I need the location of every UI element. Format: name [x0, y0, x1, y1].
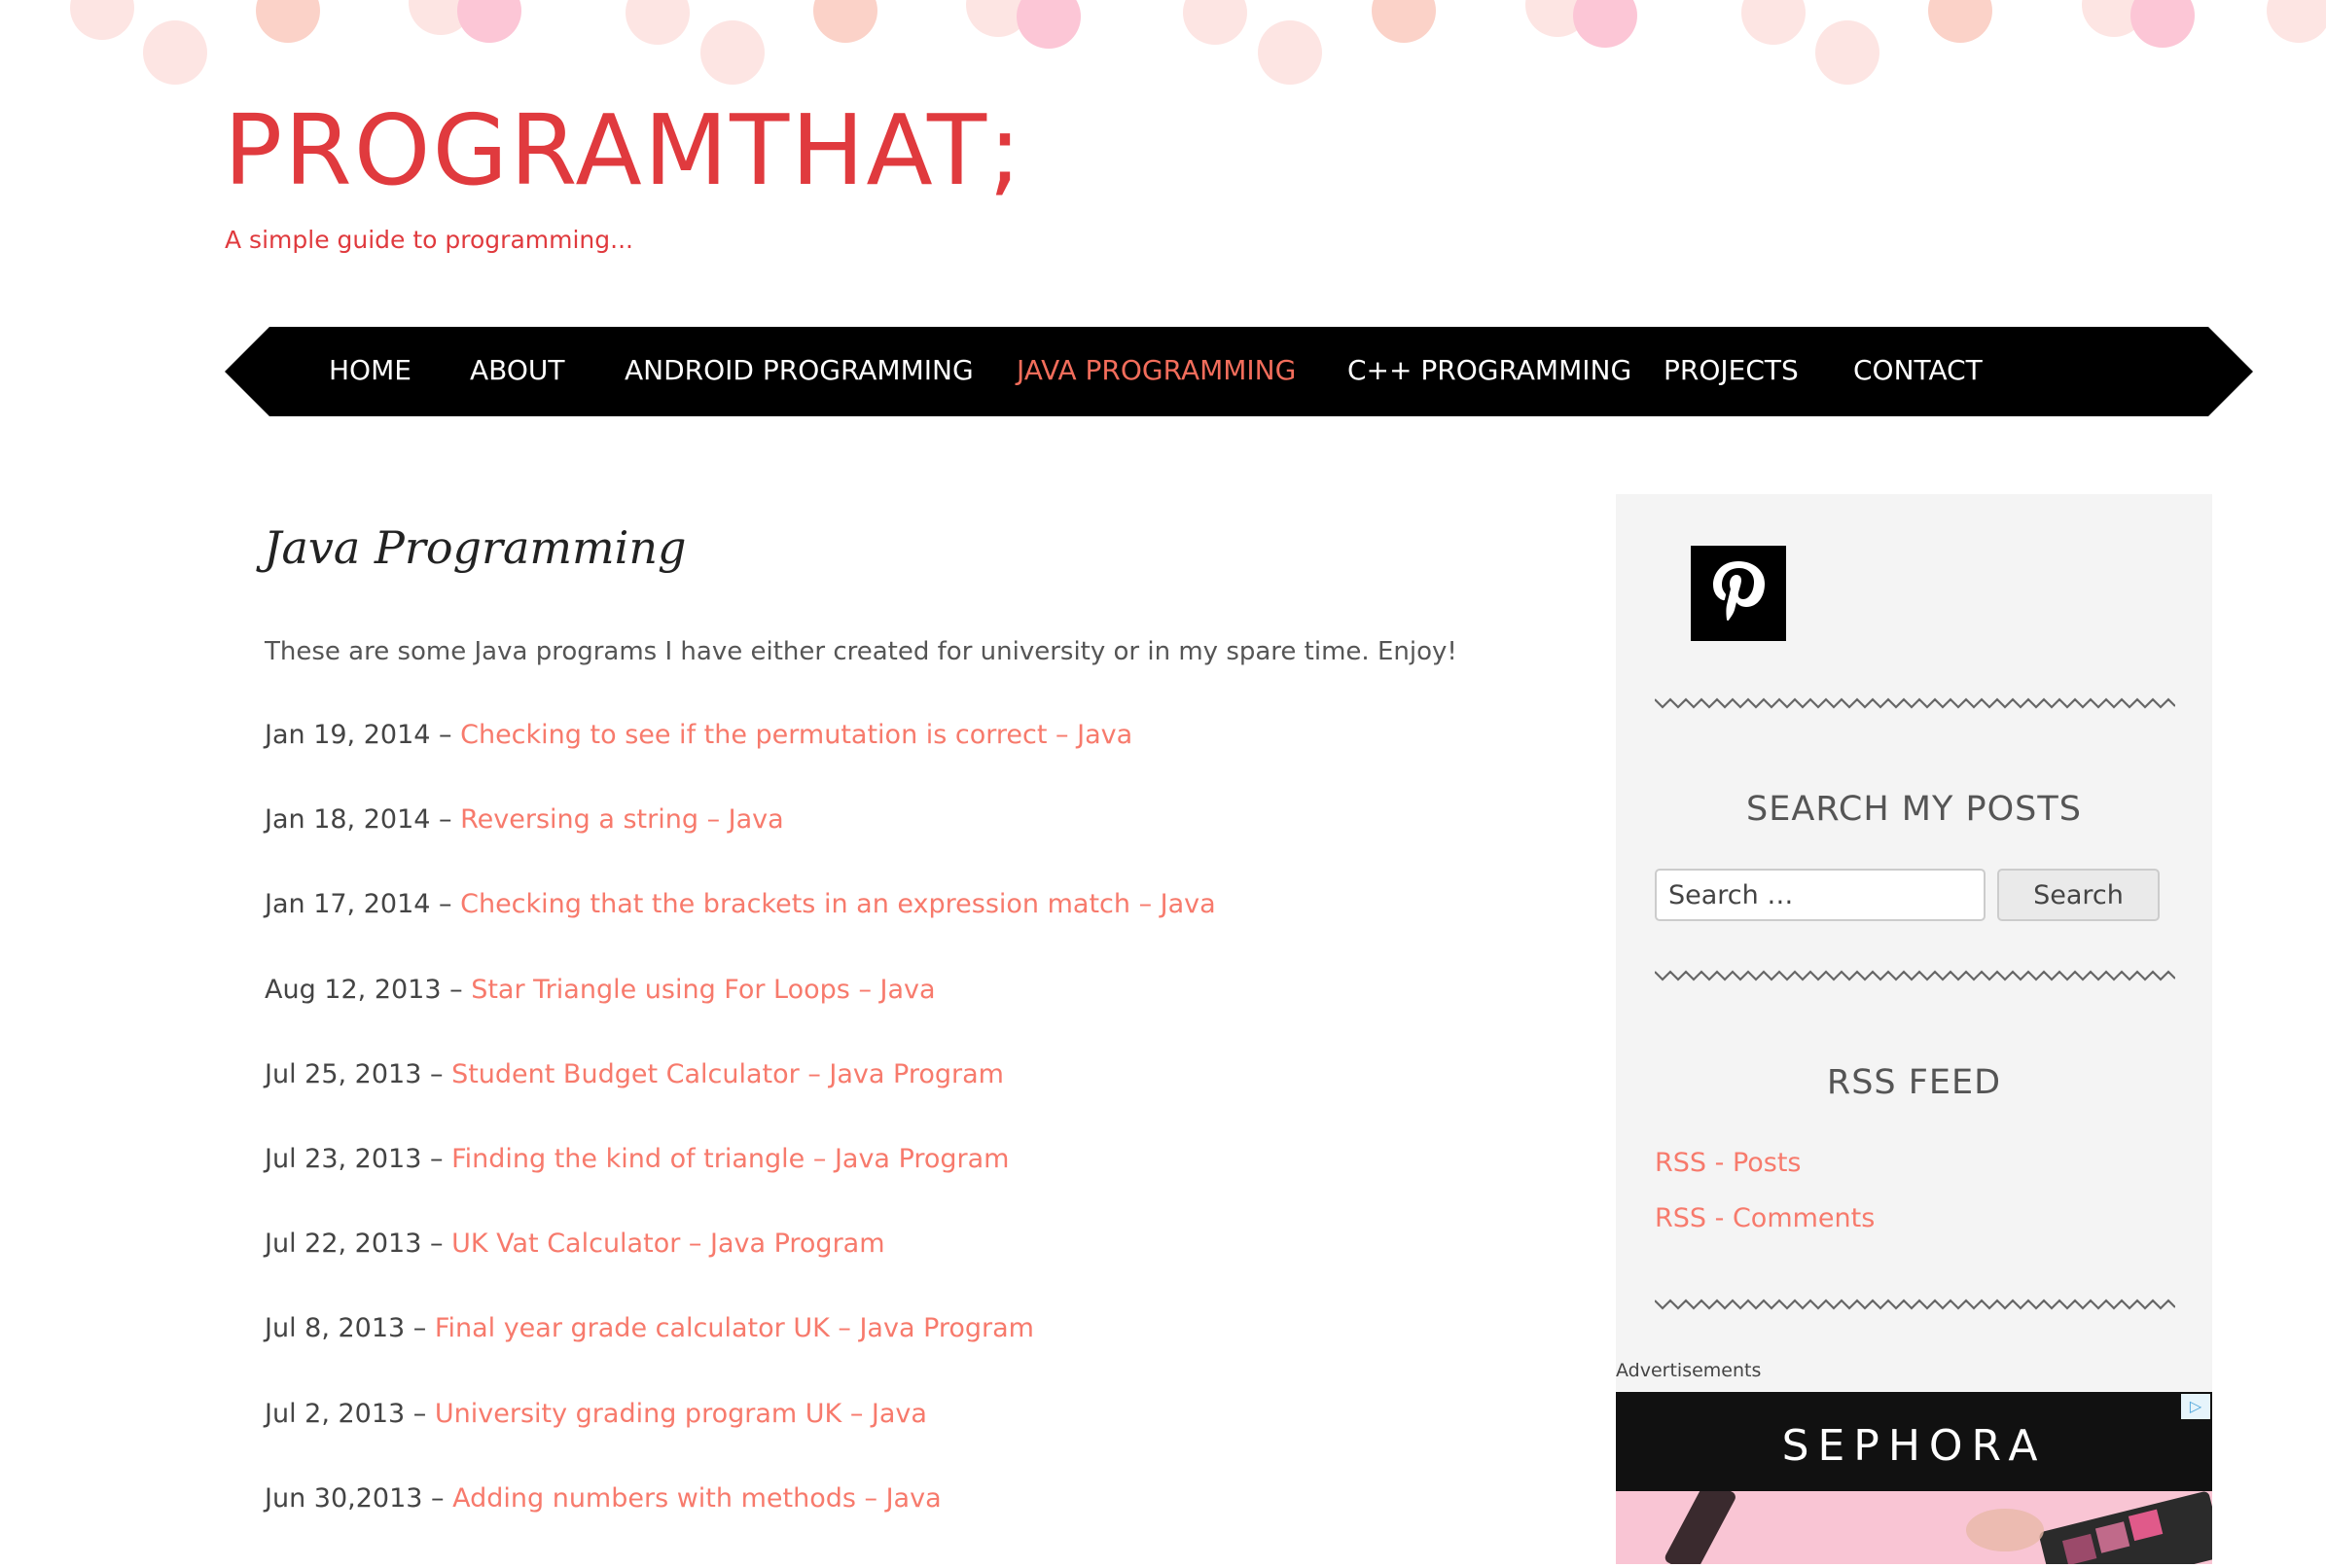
post-date: Jan 18, 2014 –	[265, 804, 461, 836]
nav-item-home[interactable]: HOME	[329, 354, 412, 387]
post-date: Jun 30,2013 –	[265, 1482, 453, 1514]
zigzag-divider	[1655, 970, 2175, 981]
ad-banner[interactable]: SEPHORA ▷	[1616, 1392, 2212, 1564]
post-list-item: Jul 22, 2013 – UK Vat Calculator – Java …	[265, 1229, 1216, 1313]
post-list-item: Jul 23, 2013 – Finding the kind of trian…	[265, 1144, 1216, 1229]
post-list-item: Jul 2, 2013 – University grading program…	[265, 1399, 1216, 1483]
post-link[interactable]: Finding the kind of triangle – Java Prog…	[451, 1144, 1009, 1174]
post-list-item: Jul 8, 2013 – Final year grade calculato…	[265, 1313, 1216, 1398]
nav-item-about[interactable]: ABOUT	[470, 354, 565, 387]
site-tagline: A simple guide to programming...	[225, 226, 633, 254]
post-date: Jul 22, 2013 –	[265, 1229, 452, 1260]
search-input[interactable]	[1655, 869, 1986, 921]
zigzag-divider	[1655, 1299, 2175, 1310]
post-list-item: Jan 18, 2014 – Reversing a string – Java	[265, 804, 1216, 889]
post-date: Jul 25, 2013 –	[265, 1058, 452, 1089]
rss-widget-title: RSS FEED	[1826, 1063, 2002, 1102]
ad-product-image	[1616, 1479, 2212, 1564]
post-list-item: Jun 30,2013 – Adding numbers with method…	[265, 1483, 1216, 1568]
ad-brand-logo: SEPHORA	[1781, 1421, 2047, 1471]
post-link[interactable]: Student Budget Calculator – Java Program	[451, 1059, 1004, 1089]
post-link[interactable]: UK Vat Calculator – Java Program	[451, 1229, 884, 1259]
page-intro: These are some Java programs I have eith…	[265, 637, 1457, 666]
post-list-item: Jul 25, 2013 – Student Budget Calculator…	[265, 1059, 1216, 1144]
post-date: Jan 17, 2014 –	[265, 889, 461, 920]
main-nav: HOME ABOUT ANDROID PROGRAMMING JAVA PROG…	[225, 327, 2253, 416]
page-title: Java Programming	[264, 521, 687, 574]
post-link[interactable]: Reversing a string – Java	[460, 804, 784, 835]
site-title[interactable]: PROGRAMTHAT;	[224, 102, 1023, 199]
ad-choices-icon[interactable]: ▷	[2181, 1394, 2210, 1419]
post-list: Jan 19, 2014 – Checking to see if the pe…	[265, 720, 1216, 1568]
search-button[interactable]: Search	[1997, 869, 2160, 921]
advertisements-label: Advertisements	[1616, 1360, 1762, 1381]
post-link[interactable]: Final year grade calculator UK – Java Pr…	[435, 1313, 1034, 1343]
post-list-item: Aug 12, 2013 – Star Triangle using For L…	[265, 975, 1216, 1059]
post-list-item: Jan 17, 2014 – Checking that the bracket…	[265, 889, 1216, 974]
header-dots-decoration	[0, 0, 2326, 97]
post-link[interactable]: Checking that the brackets in an express…	[460, 889, 1216, 919]
post-link[interactable]: Adding numbers with methods – Java	[452, 1483, 942, 1514]
post-link[interactable]: University grading program UK – Java	[435, 1399, 927, 1429]
nav-item-java-programming[interactable]: JAVA PROGRAMMING	[1017, 354, 1296, 387]
post-date: Jul 2, 2013 –	[265, 1398, 435, 1429]
nav-item-projects[interactable]: PROJECTS	[1664, 354, 1799, 387]
rss-comments-link[interactable]: RSS - Comments	[1655, 1203, 1875, 1233]
nav-item-android-programming[interactable]: ANDROID PROGRAMMING	[625, 354, 974, 387]
rss-posts-link[interactable]: RSS - Posts	[1655, 1148, 1802, 1178]
post-list-item: Jan 19, 2014 – Checking to see if the pe…	[265, 720, 1216, 804]
zigzag-divider	[1655, 697, 2175, 709]
post-link[interactable]: Checking to see if the permutation is co…	[460, 720, 1132, 750]
post-date: Aug 12, 2013 –	[265, 974, 472, 1005]
post-date: Jul 23, 2013 –	[265, 1143, 452, 1174]
post-link[interactable]: Star Triangle using For Loops – Java	[471, 975, 935, 1005]
pinterest-icon[interactable]	[1691, 546, 1786, 641]
nav-item-cpp-programming[interactable]: C++ PROGRAMMING	[1347, 354, 1631, 387]
nav-item-contact[interactable]: CONTACT	[1853, 354, 1983, 387]
search-widget-title: SEARCH MY POSTS	[1746, 790, 2082, 829]
post-date: Jan 19, 2014 –	[265, 720, 461, 750]
post-date: Jul 8, 2013 –	[265, 1313, 435, 1344]
